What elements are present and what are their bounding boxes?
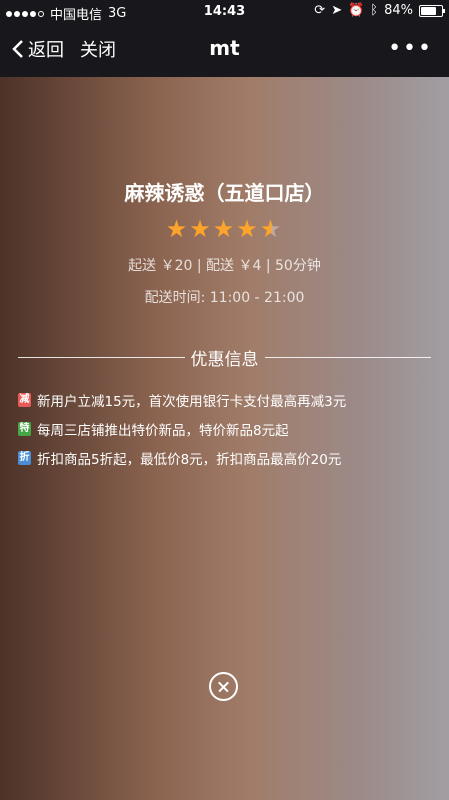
rating-stars: ★★★★★ xyxy=(0,215,449,243)
promotion-item: 减 新用户立减15元，首次使用银行卡支付最高再减3元 xyxy=(18,385,431,414)
battery-fill xyxy=(421,6,437,15)
delivery-time: 配送时间: 11:00 - 21:00 xyxy=(144,290,305,306)
star-half-icon: ★ xyxy=(259,215,284,243)
more-menu-button[interactable]: ••• xyxy=(388,36,433,61)
star-full-icon: ★ xyxy=(189,215,213,243)
promotion-item: 特 每周三店铺推出特价新品，特价新品8元起 xyxy=(18,414,431,443)
delivery-info: 起送 ￥20 | 配送 ￥4 | 50分钟 xyxy=(128,258,321,274)
promotions-header: 优惠信息 xyxy=(18,347,431,370)
special-badge-icon: 特 xyxy=(18,421,31,436)
promotion-item: 折 折扣商品5折起，最低价8元，折扣商品最高价20元 xyxy=(18,443,431,472)
shop-info-panel: 麻辣诱惑（五道口店） ★★★★★ 起送 ￥20 | 配送 ￥4 | 50分钟 配… xyxy=(0,77,449,800)
promotion-text: 折扣商品5折起，最低价8元，折扣商品最高价20元 xyxy=(37,451,342,468)
battery-icon xyxy=(419,4,445,17)
promotion-text: 新用户立减15元，首次使用银行卡支付最高再减3元 xyxy=(37,393,347,410)
star-full-icon: ★ xyxy=(236,215,260,243)
promotions-list: 减 新用户立减15元，首次使用银行卡支付最高再减3元 特 每周三店铺推出特价新品… xyxy=(18,385,431,472)
discount-badge-icon: 减 xyxy=(18,392,31,407)
status-right: ⟳ ➤ ⏰ ᛒ 84% xyxy=(314,3,445,18)
promotions-title: 优惠信息 xyxy=(190,349,259,370)
location-icon: ➤ xyxy=(331,3,343,18)
divider xyxy=(264,356,431,358)
status-bar: 中国电信 3G 14:43 ⟳ ➤ ⏰ ᛒ 84% xyxy=(0,0,449,23)
alarm-icon: ⏰ xyxy=(348,3,365,18)
shop-name: 麻辣诱惑（五道口店） xyxy=(124,181,325,205)
bluetooth-icon: ᛒ xyxy=(370,3,379,18)
battery-percent: 84% xyxy=(384,3,413,18)
page-title: mt xyxy=(209,36,240,60)
star-full-icon: ★ xyxy=(165,215,190,243)
sale-badge-icon: 折 xyxy=(18,450,31,465)
promotion-text: 每周三店铺推出特价新品，特价新品8元起 xyxy=(37,422,289,439)
rotation-lock-icon: ⟳ xyxy=(314,3,326,18)
nav-bar: 返回 关闭 mt ••• xyxy=(0,22,449,77)
divider xyxy=(18,356,185,358)
star-full-icon: ★ xyxy=(212,215,237,243)
close-circle-icon[interactable] xyxy=(209,672,238,701)
